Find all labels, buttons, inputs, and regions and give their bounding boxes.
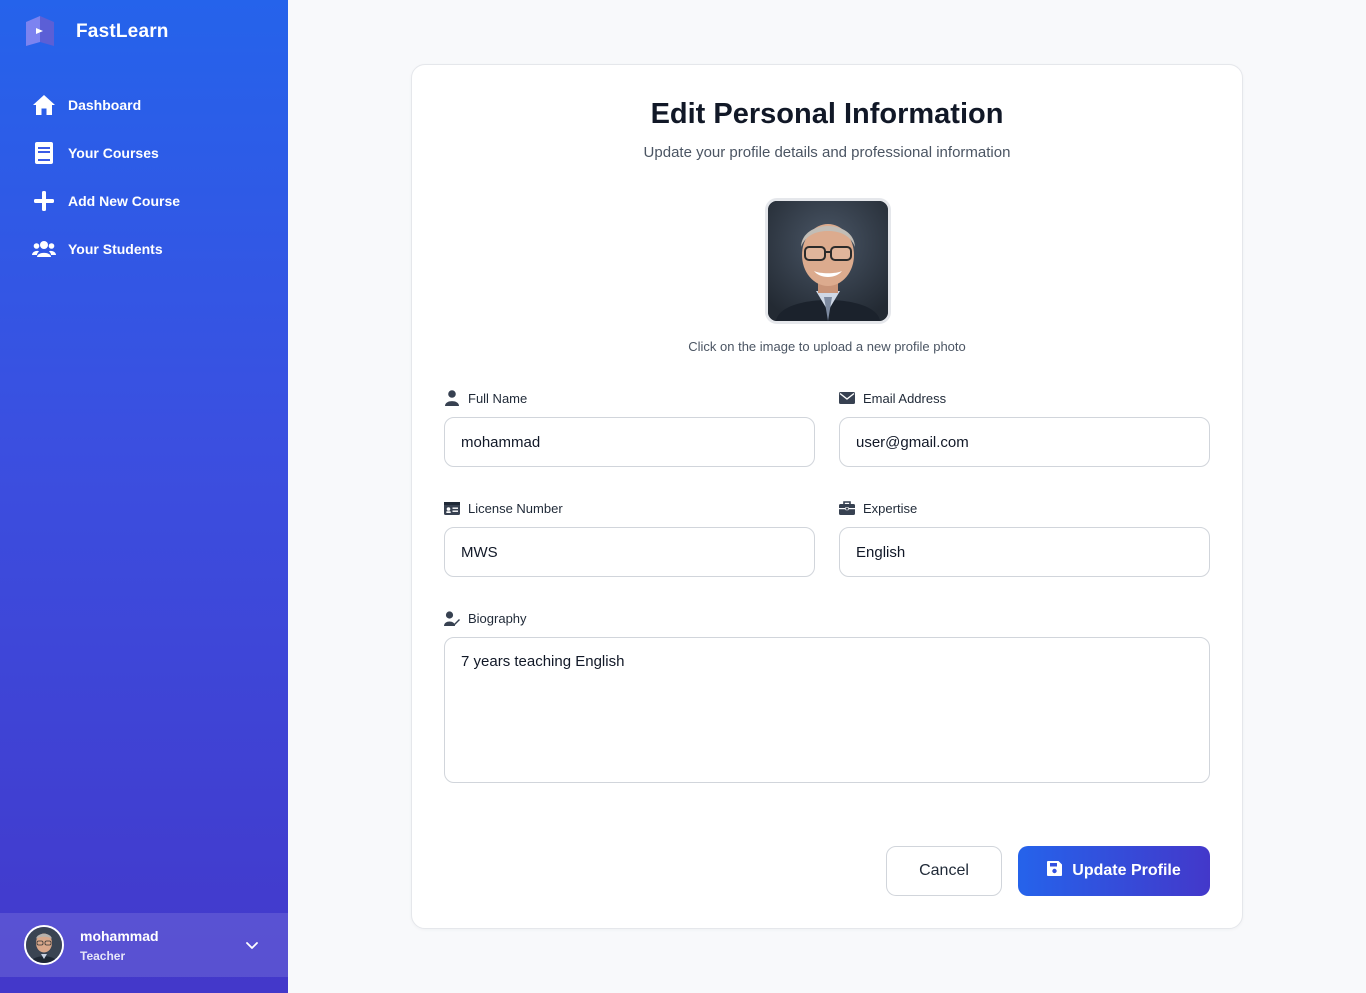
sidebar-item-label: Your Students — [68, 241, 163, 257]
photo-upload-hint: Click on the image to upload a new profi… — [688, 339, 966, 354]
sidebar-nav: Dashboard Your Courses Add New Course Yo… — [0, 81, 288, 273]
user-name: mohammad — [80, 927, 159, 944]
email-input[interactable] — [839, 417, 1210, 467]
avatar — [24, 925, 64, 965]
user-icon — [444, 390, 460, 406]
sidebar-item-your-courses[interactable]: Your Courses — [0, 129, 288, 177]
user-role: Teacher — [80, 948, 126, 963]
id-card-icon — [444, 500, 460, 516]
page-title: Edit Personal Information — [650, 98, 1004, 130]
save-icon — [1047, 861, 1063, 881]
users-icon — [32, 237, 56, 261]
expertise-label: Expertise — [839, 500, 917, 516]
full-name-label-text: Full Name — [468, 390, 528, 406]
sidebar-item-your-students[interactable]: Your Students — [0, 225, 288, 273]
edit-profile-card: Edit Personal Information Update your pr… — [411, 64, 1243, 929]
sidebar: FastLearn Dashboard Your Courses Add New… — [0, 0, 288, 993]
sidebar-item-dashboard[interactable]: Dashboard — [0, 81, 288, 129]
user-menu[interactable]: mohammad Teacher — [0, 913, 288, 977]
license-label-text: License Number — [468, 500, 563, 516]
brand-name: FastLearn — [76, 21, 169, 42]
sidebar-item-label: Your Courses — [68, 145, 159, 161]
sidebar-item-label: Dashboard — [68, 97, 142, 113]
full-name-input[interactable] — [444, 417, 815, 467]
license-input[interactable] — [444, 527, 815, 577]
profile-photo-upload[interactable] — [765, 198, 891, 324]
briefcase-icon — [839, 500, 855, 516]
page-subtitle: Update your profile details and professi… — [643, 144, 1011, 161]
biography-label: Biography — [444, 610, 527, 626]
fastlearn-logo-icon — [24, 16, 56, 48]
chevron-down-icon[interactable] — [244, 937, 260, 953]
home-icon — [32, 93, 56, 117]
brand[interactable]: FastLearn — [24, 16, 169, 48]
profile-photo — [768, 201, 888, 321]
update-profile-button[interactable]: Update Profile — [1018, 846, 1210, 896]
license-label: License Number — [444, 500, 563, 516]
email-label-text: Email Address — [863, 390, 947, 406]
sidebar-item-label: Add New Course — [68, 193, 181, 209]
sidebar-item-add-new-course[interactable]: Add New Course — [0, 177, 288, 225]
biography-textarea[interactable]: 7 years teaching English — [444, 637, 1210, 783]
book-icon — [32, 141, 56, 165]
biography-label-text: Biography — [468, 610, 527, 626]
envelope-icon — [839, 390, 855, 406]
user-meta: mohammad Teacher — [80, 928, 159, 963]
full-name-label: Full Name — [444, 390, 527, 406]
user-pen-icon — [444, 610, 460, 626]
expertise-input[interactable] — [839, 527, 1210, 577]
expertise-label-text: Expertise — [863, 500, 918, 516]
cancel-button[interactable]: Cancel — [886, 846, 1002, 896]
plus-icon — [32, 189, 56, 213]
email-label: Email Address — [839, 390, 946, 406]
update-profile-label: Update Profile — [1072, 862, 1181, 879]
